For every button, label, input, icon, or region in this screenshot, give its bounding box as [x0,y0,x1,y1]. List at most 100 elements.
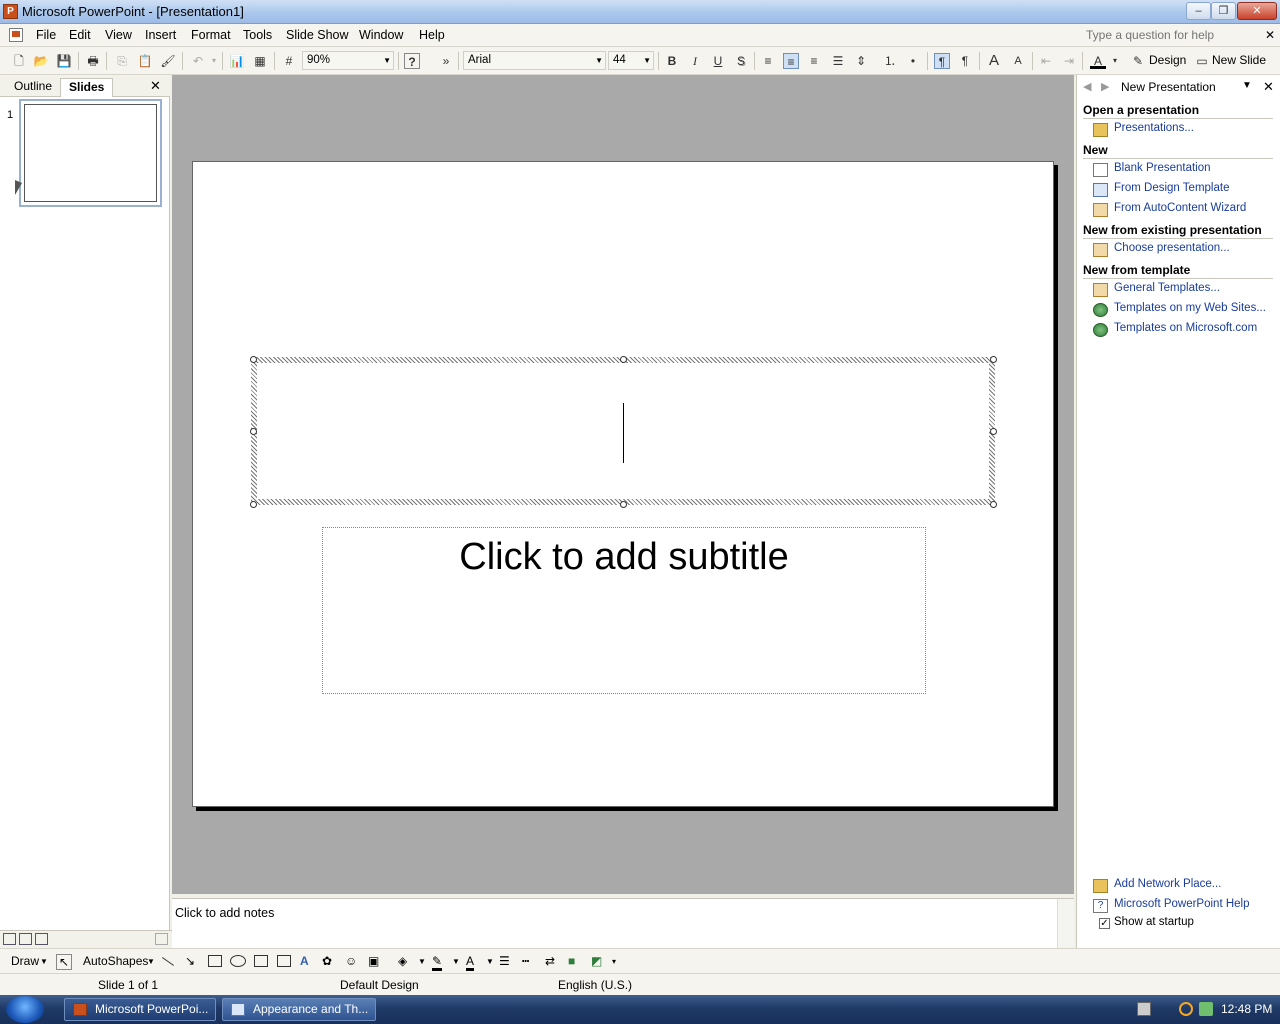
format-painter-icon[interactable]: 🖌 [160,53,176,69]
slide-canvas[interactable]: Click to add subtitle [172,75,1074,894]
link-templates-microsoft[interactable]: Templates on Microsoft.com [1114,322,1257,334]
forward-icon[interactable]: ▶ [1101,80,1109,93]
restore-button[interactable]: ❐ [1211,2,1236,20]
link-templates-web-sites[interactable]: Templates on my Web Sites... [1114,302,1266,314]
search-icon[interactable] [1179,1002,1193,1016]
italic-button[interactable]: I [687,53,703,69]
font-color-icon[interactable]: A [1090,53,1106,69]
design-button[interactable]: Design [1149,53,1186,67]
subtitle-placeholder[interactable]: Click to add subtitle [322,527,926,694]
increase-indent-icon[interactable]: ⇥ [1061,53,1077,69]
font-color-dropdown-icon[interactable]: ▾ [1107,53,1123,69]
resize-handle[interactable] [250,501,257,508]
align-left-icon[interactable]: ≡ [760,53,776,69]
slide-thumbnail[interactable] [19,99,162,207]
print-icon[interactable]: 🖶 [85,53,101,69]
draw-menu-button[interactable]: Draw [11,954,39,968]
new-slide-button[interactable]: New Slide [1212,53,1266,67]
copy-icon[interactable]: ⎘ [114,53,130,69]
vertical-text-box-icon[interactable] [277,955,291,967]
link-general-templates[interactable]: General Templates... [1114,282,1220,294]
new-icon[interactable]: 🗋 [11,53,27,69]
line-style-icon[interactable]: ☰ [499,954,510,968]
help-icon[interactable]: ? [404,53,420,69]
title-placeholder[interactable] [251,357,995,505]
text-box-icon[interactable] [254,955,268,967]
help-question-input[interactable] [1082,27,1252,44]
task-powerpoint[interactable]: Microsoft PowerPoi... [64,998,216,1021]
save-icon[interactable]: 💾 [56,53,72,69]
scroll-right-icon[interactable] [155,933,168,945]
oval-tool-icon[interactable] [230,955,246,967]
tab-outline[interactable]: Outline [6,78,60,97]
normal-view-icon[interactable] [3,933,16,945]
autoshapes-menu-button[interactable]: AutoShapes [83,954,148,968]
show-at-startup-checkbox[interactable]: ✓ [1099,918,1110,929]
menu-tools[interactable]: Tools [243,28,272,42]
resize-handle[interactable] [990,501,997,508]
resize-handle[interactable] [250,428,257,435]
insert-chart-icon[interactable]: 📊 [229,53,245,69]
underline-button[interactable]: U [710,53,726,69]
menu-help[interactable]: Help [419,28,445,42]
close-icon[interactable]: ✕ [1263,79,1274,95]
fill-color-icon[interactable]: ◈ [398,954,407,968]
slide-sorter-view-icon[interactable] [19,933,32,945]
chevron-down-icon[interactable]: ▼ [418,957,426,966]
left-to-right-icon[interactable]: ¶ [934,53,950,69]
open-folder-icon[interactable]: 📂 [33,53,49,69]
clock[interactable]: 12:48 PM [1221,1002,1272,1016]
link-choose-presentation[interactable]: Choose presentation... [1114,242,1230,254]
wordart-icon[interactable]: A [300,954,309,968]
design-icon[interactable]: ✎ [1130,53,1146,69]
font-size-select[interactable]: 44 ▼ [608,51,654,70]
chevron-down-icon[interactable]: ▾ [612,957,616,966]
menu-view[interactable]: View [105,28,132,42]
decrease-font-icon[interactable]: A [1010,53,1026,69]
bold-button[interactable]: B [664,53,680,69]
tab-slides[interactable]: Slides [60,78,114,97]
increase-font-icon[interactable]: A [986,53,1002,69]
resize-handle[interactable] [990,356,997,363]
select-arrow-icon[interactable]: ↖ [56,954,73,970]
help-close-icon[interactable]: ✕ [1265,28,1275,42]
task-appearance[interactable]: Appearance and Th... [222,998,376,1021]
justify-icon[interactable]: ☰ [830,53,846,69]
line-spacing-icon[interactable]: ⇕ [853,53,869,69]
resize-handle[interactable] [620,501,627,508]
right-to-left-icon[interactable]: ¶ [957,53,973,69]
undo-icon[interactable]: ↶ [190,53,206,69]
start-button[interactable] [6,996,44,1023]
insert-table-icon[interactable]: ▦ [252,53,268,69]
bullets-icon[interactable]: • [905,53,921,69]
diagram-icon[interactable]: ✿ [322,954,332,968]
line-tool-icon[interactable] [161,957,175,966]
font-color-icon[interactable]: A [466,954,475,971]
link-blank-presentation[interactable]: Blank Presentation [1114,162,1211,174]
back-icon[interactable]: ◀ [1083,80,1091,93]
link-powerpoint-help[interactable]: Microsoft PowerPoint Help [1114,898,1250,910]
menu-edit[interactable]: Edit [69,28,91,42]
menu-window[interactable]: Window [359,28,403,42]
rectangle-tool-icon[interactable] [208,955,222,967]
shadow-style-icon[interactable]: ■ [568,954,575,968]
close-button[interactable]: ✕ [1237,2,1277,20]
shadow-button[interactable]: S [733,53,749,69]
line-color-icon[interactable]: ✎ [432,954,443,971]
notes-scrollbar[interactable] [1057,899,1074,949]
dash-style-icon[interactable]: ┅ [522,954,529,968]
align-center-icon[interactable]: ≡ [783,53,799,69]
resize-handle[interactable] [250,356,257,363]
menu-insert[interactable]: Insert [145,28,176,42]
decrease-indent-icon[interactable]: ⇤ [1038,53,1054,69]
font-select[interactable]: Arial ▼ [463,51,606,70]
show-grid-icon[interactable]: # [281,53,297,69]
link-add-network-place[interactable]: Add Network Place... [1114,878,1221,890]
numbering-icon[interactable]: ⒈ [882,53,898,69]
minimize-button[interactable]: – [1186,2,1211,20]
slide-show-view-icon[interactable] [35,933,48,945]
new-slide-icon[interactable]: ▭ [1194,53,1210,69]
chevron-down-icon[interactable]: ▼ [452,957,460,966]
document-icon[interactable] [9,28,23,42]
zoom-select[interactable]: 90% ▼ [302,51,394,70]
